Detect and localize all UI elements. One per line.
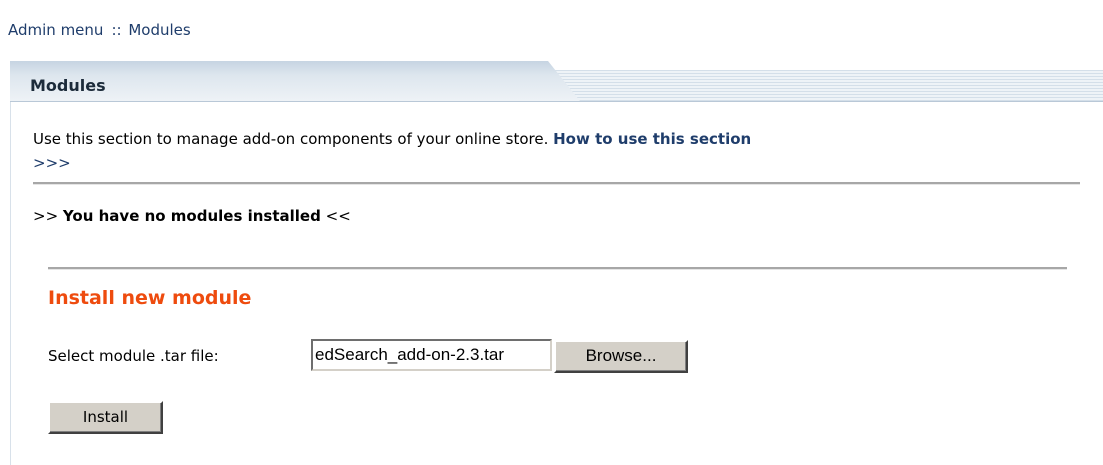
how-to-use-link[interactable]: How to use this section — [553, 130, 751, 148]
section-divider — [33, 182, 1080, 185]
browse-button[interactable]: Browse... — [554, 340, 688, 373]
more-link[interactable]: >>> — [33, 154, 71, 172]
status-message: You have no modules installed — [62, 207, 321, 225]
install-divider — [48, 267, 1067, 270]
status-prefix: >> — [33, 207, 59, 225]
intro-description: Use this section to manage add-on compon… — [33, 130, 549, 148]
install-button[interactable]: Install — [48, 401, 163, 434]
panel-header: Modules — [10, 61, 1103, 102]
intro-text: Use this section to manage add-on compon… — [33, 127, 1083, 175]
breadcrumb-separator: :: — [111, 21, 122, 39]
status-suffix: << — [325, 207, 351, 225]
breadcrumb-modules-link[interactable]: Modules — [128, 21, 190, 39]
breadcrumb: Admin menu:: Modules — [8, 21, 191, 39]
file-select-label: Select module .tar file: — [48, 347, 219, 365]
modules-panel: Modules Use this section to manage add-o… — [10, 61, 1103, 465]
panel-header-divider — [10, 101, 1103, 102]
install-heading: Install new module — [48, 287, 252, 309]
no-modules-message: >> You have no modules installed << — [33, 207, 351, 225]
panel-title: Modules — [30, 76, 106, 95]
panel-header-stripes — [550, 70, 1103, 101]
panel-left-border — [10, 102, 11, 465]
breadcrumb-admin-menu-link[interactable]: Admin menu — [8, 21, 103, 39]
module-file-input[interactable]: edSearch_add-on-2.3.tar — [311, 339, 552, 371]
